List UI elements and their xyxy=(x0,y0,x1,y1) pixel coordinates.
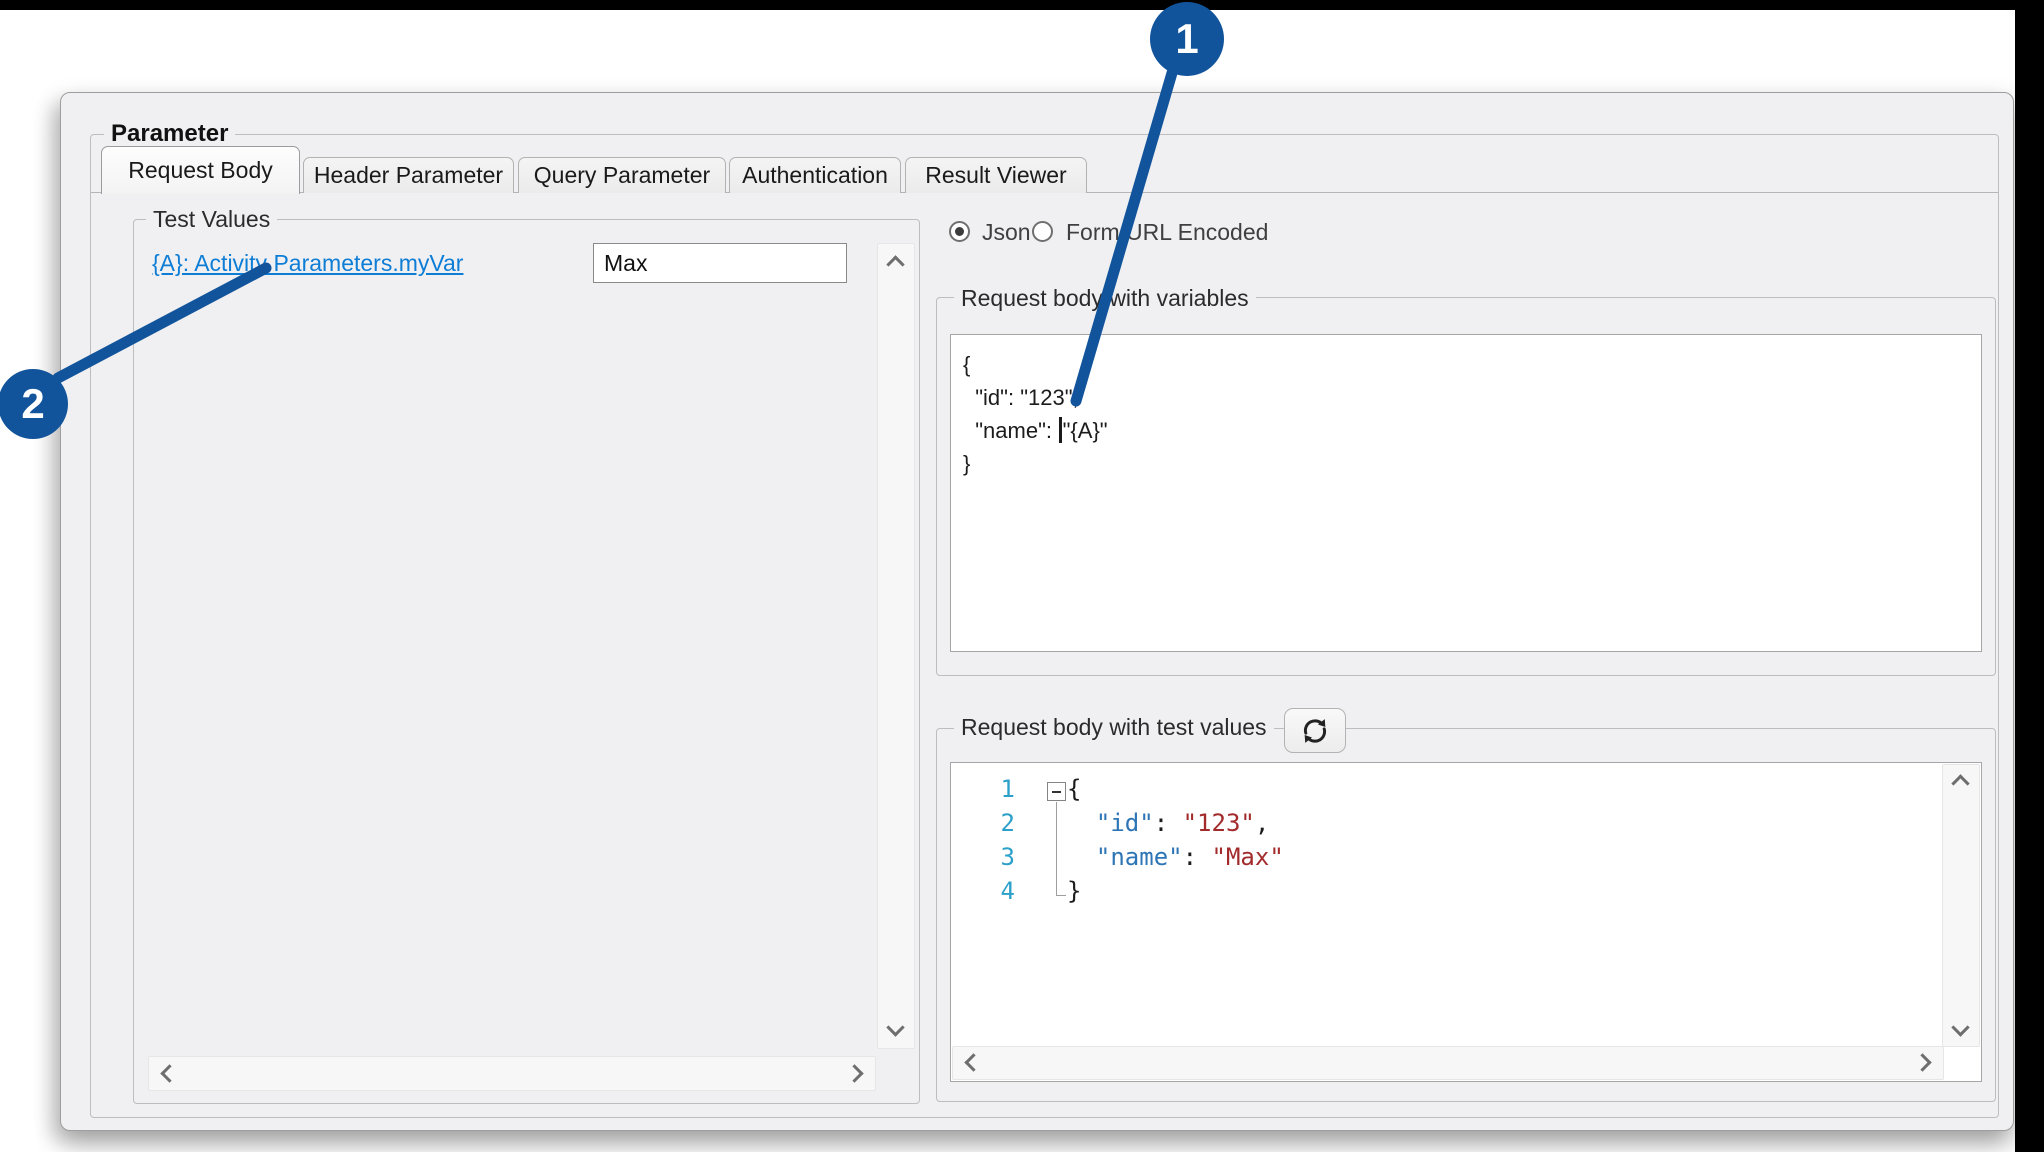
callout-2-badge: 2 xyxy=(0,369,68,439)
screenshot-root: { "window": { "group_title": "Parameter"… xyxy=(0,0,2044,1152)
request-body-variables-title: Request body with variables xyxy=(954,285,1256,312)
code-text: "name": "Max" xyxy=(1067,843,1284,871)
request-body-test-values-title: Request body with test values xyxy=(954,714,1274,741)
request-body-test-values-viewer[interactable]: 1{2 "id": "123",3 "name": "Max"4} xyxy=(950,762,1982,1082)
refresh-button[interactable] xyxy=(1284,708,1346,753)
code-line: 1{ xyxy=(951,772,1941,806)
editor-line: } xyxy=(963,447,1969,480)
activity-parameter-variable-link[interactable]: {A}: Activity Parameters.myVar xyxy=(152,250,463,277)
callout-1-badge: 1 xyxy=(1150,2,1224,76)
radio-form-url-encoded-label[interactable]: Form URL Encoded xyxy=(1066,219,1268,246)
parameter-groupbox-title: Parameter xyxy=(104,120,235,147)
tab-result-viewer[interactable]: Result Viewer xyxy=(905,157,1087,193)
test-values-groupbox-title: Test Values xyxy=(146,206,277,233)
text-caret xyxy=(1059,417,1062,443)
code-text: } xyxy=(1067,877,1081,905)
code-text: { xyxy=(1067,775,1081,803)
code-fold-toggle-icon[interactable] xyxy=(1047,782,1066,801)
tab-authentication[interactable]: Authentication xyxy=(729,157,901,193)
scroll-right-icon[interactable] xyxy=(1913,1053,1931,1071)
line-number: 1 xyxy=(951,775,1031,803)
scroll-up-icon[interactable] xyxy=(1951,774,1969,792)
code-line: 2 "id": "123", xyxy=(951,806,1941,840)
scroll-left-icon[interactable] xyxy=(160,1064,178,1082)
code-line: 4} xyxy=(951,874,1941,908)
editor-line: { xyxy=(963,348,1969,381)
code-vertical-scrollbar[interactable] xyxy=(1942,764,1980,1047)
tab-header-parameter[interactable]: Header Parameter xyxy=(303,157,514,193)
line-number: 3 xyxy=(951,843,1031,871)
parameter-dialog: Parameter Request Body Header Parameter … xyxy=(60,92,2014,1131)
refresh-sync-icon xyxy=(1298,714,1332,748)
editor-line: "name": "{A}" xyxy=(963,414,1969,447)
screenshot-top-border xyxy=(0,0,2044,10)
scroll-down-icon[interactable] xyxy=(1951,1018,1969,1036)
code-horizontal-scrollbar[interactable] xyxy=(952,1046,1944,1080)
tab-request-body[interactable]: Request Body xyxy=(101,146,300,194)
scroll-down-icon[interactable] xyxy=(886,1018,904,1036)
code-line: 3 "name": "Max" xyxy=(951,840,1941,874)
screenshot-right-border xyxy=(2015,0,2044,1152)
scroll-right-icon[interactable] xyxy=(845,1064,863,1082)
test-values-vertical-scrollbar[interactable] xyxy=(877,243,915,1049)
scroll-up-icon[interactable] xyxy=(886,255,904,273)
radio-form-url-encoded[interactable] xyxy=(1032,221,1053,242)
line-number: 4 xyxy=(951,877,1031,905)
radio-json-label[interactable]: Json xyxy=(982,219,1031,246)
request-body-variables-editor[interactable]: { "id": "123", "name": "{A}"} xyxy=(950,334,1982,652)
code-text: "id": "123", xyxy=(1067,809,1269,837)
radio-json[interactable] xyxy=(949,221,970,242)
tab-query-parameter[interactable]: Query Parameter xyxy=(518,157,726,193)
editor-line: "id": "123", xyxy=(963,381,1969,414)
test-value-input[interactable] xyxy=(593,243,847,283)
line-number: 2 xyxy=(951,809,1031,837)
scroll-left-icon[interactable] xyxy=(964,1053,982,1071)
test-values-horizontal-scrollbar[interactable] xyxy=(148,1056,876,1091)
code-lines: 1{2 "id": "123",3 "name": "Max"4} xyxy=(951,772,1941,908)
test-values-groupbox xyxy=(133,219,920,1104)
